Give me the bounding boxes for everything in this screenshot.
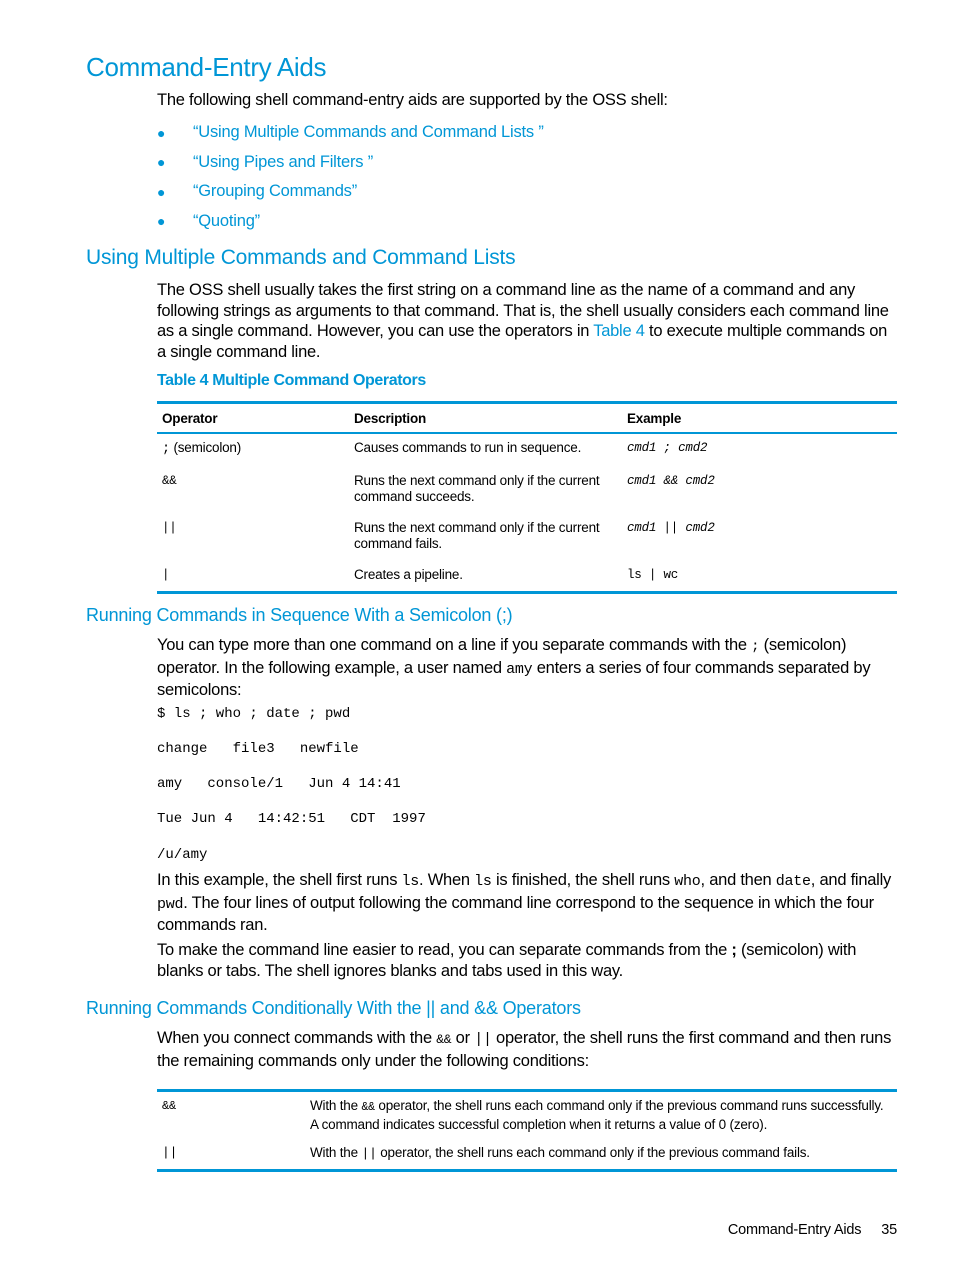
operator-cell: ; (semicolon) xyxy=(157,433,349,467)
explanation-paragraph: In this example, the shell first runs ls… xyxy=(157,870,897,936)
link-multiple-commands[interactable]: “Using Multiple Commands and Command Lis… xyxy=(193,123,544,142)
operator-code: ; xyxy=(162,442,170,457)
text: To make the command line easier to read,… xyxy=(157,941,732,959)
operator-cell: && xyxy=(162,1099,177,1113)
code-line: Tue Jun 4 14:42:51 CDT 1997 xyxy=(157,811,426,827)
description-cell: Runs the next command only if the curren… xyxy=(354,519,600,552)
text: , and then xyxy=(700,871,776,889)
text: With the xyxy=(310,1145,362,1160)
list-item: ● “Quoting” xyxy=(157,207,544,237)
description-cell: With the && operator, the shell runs eac… xyxy=(305,1091,897,1140)
text: is finished, the shell runs xyxy=(491,871,675,889)
table-row: ; (semicolon) Causes commands to run in … xyxy=(157,433,897,467)
description-cell: Creates a pipeline. xyxy=(354,566,463,582)
example-cell: cmd1 && cmd2 xyxy=(627,473,715,488)
page-footer: Command-Entry Aids 35 xyxy=(728,1222,897,1238)
description-cell: Causes commands to run in sequence. xyxy=(354,440,582,455)
inline-code: ls xyxy=(474,873,492,890)
operator-cell: | xyxy=(162,567,170,582)
list-item: ● “Grouping Commands” xyxy=(157,177,544,207)
inline-code: date xyxy=(775,873,811,890)
text: operator, the shell runs each command on… xyxy=(310,1098,884,1132)
bullet-icon: ● xyxy=(157,213,166,230)
text: or xyxy=(451,1029,475,1047)
operators-table: Operator Description Example ; (semicolo… xyxy=(157,401,897,594)
bullet-icon: ● xyxy=(157,183,166,200)
bullet-icon: ● xyxy=(157,124,166,141)
semicolon-paragraph: You can type more than one command on a … xyxy=(157,635,897,701)
list-item: ● “Using Pipes and Filters ” xyxy=(157,148,544,178)
code-line: /u/amy xyxy=(157,847,208,863)
bullet-icon: ● xyxy=(157,154,166,171)
text: , and finally xyxy=(810,871,892,889)
list-item: ● “Using Multiple Commands and Command Li… xyxy=(157,118,544,148)
operator-cell: || xyxy=(162,1145,178,1160)
inline-code: ls xyxy=(401,873,420,890)
inline-code: || xyxy=(361,1146,377,1161)
table4-link[interactable]: Table 4 xyxy=(593,322,645,340)
operator-cell: || xyxy=(162,520,177,535)
text: . When xyxy=(419,871,475,889)
text: operator, the shell runs each command on… xyxy=(376,1145,810,1160)
section-heading-multiple-commands: Using Multiple Commands and Command List… xyxy=(86,246,516,269)
description-cell: With the || operator, the shell runs eac… xyxy=(305,1139,897,1170)
text: You can type more than one command on a … xyxy=(157,636,752,654)
page-number: 35 xyxy=(881,1222,897,1238)
table-row: && With the && operator, the shell runs … xyxy=(157,1091,897,1140)
inline-code: && xyxy=(436,1032,452,1047)
table-caption: Table 4 Multiple Command Operators xyxy=(157,372,426,389)
link-quoting[interactable]: “Quoting” xyxy=(193,212,260,231)
inline-code: pwd xyxy=(157,895,184,913)
table-row: || With the || operator, the shell runs … xyxy=(157,1139,897,1170)
operator-label: (semicolon) xyxy=(169,440,242,455)
table-header-row: Operator Description Example xyxy=(157,402,897,434)
col-header-example: Example xyxy=(622,402,897,434)
code-line: $ ls ; who ; date ; pwd xyxy=(157,706,351,722)
description-cell: Runs the next command only if the curren… xyxy=(354,472,600,505)
operator-cell: && xyxy=(162,473,177,488)
aids-link-list: ● “Using Multiple Commands and Command Li… xyxy=(157,118,544,236)
text: . The four lines of output following the… xyxy=(157,893,874,935)
text: With the xyxy=(310,1098,362,1113)
code-line: amy console/1 Jun 4 14:41 xyxy=(157,776,401,792)
conditions-table: && With the && operator, the shell runs … xyxy=(157,1089,897,1172)
inline-code: || xyxy=(474,1031,492,1048)
table-row: | Creates a pipeline. ls | wc xyxy=(157,561,897,593)
example-cell: cmd1 || cmd2 xyxy=(627,520,715,535)
table-row: && Runs the next command only if the cur… xyxy=(157,467,897,514)
example-cell: ls | wc xyxy=(627,567,679,582)
text: In this example, the shell first runs xyxy=(157,871,402,889)
col-header-description: Description xyxy=(349,402,622,434)
footer-section-title: Command-Entry Aids xyxy=(727,1222,862,1238)
inline-code: who xyxy=(674,873,701,890)
section-heading-semicolon: Running Commands in Sequence With a Semi… xyxy=(86,605,513,625)
intro-text: The following shell command-entry aids a… xyxy=(157,91,668,109)
code-line: change file3 newfile xyxy=(157,741,359,757)
inline-code: amy xyxy=(506,660,533,678)
page-title: Command-Entry Aids xyxy=(86,52,327,82)
example-cell: cmd1 ; cmd2 xyxy=(627,441,708,455)
inline-code: && xyxy=(361,1101,375,1114)
text: When you connect commands with the xyxy=(157,1029,437,1047)
readability-paragraph: To make the command line easier to read,… xyxy=(157,940,897,981)
table-row: || Runs the next command only if the cur… xyxy=(157,514,897,561)
section-heading-conditional: Running Commands Conditionally With the … xyxy=(86,998,581,1018)
link-grouping-commands[interactable]: “Grouping Commands” xyxy=(193,182,357,201)
link-pipes-filters[interactable]: “Using Pipes and Filters ” xyxy=(193,153,373,172)
conditional-paragraph: When you connect commands with the && or… xyxy=(157,1028,897,1071)
section1-paragraph: The OSS shell usually takes the first st… xyxy=(157,280,897,363)
col-header-operator: Operator xyxy=(157,402,349,434)
